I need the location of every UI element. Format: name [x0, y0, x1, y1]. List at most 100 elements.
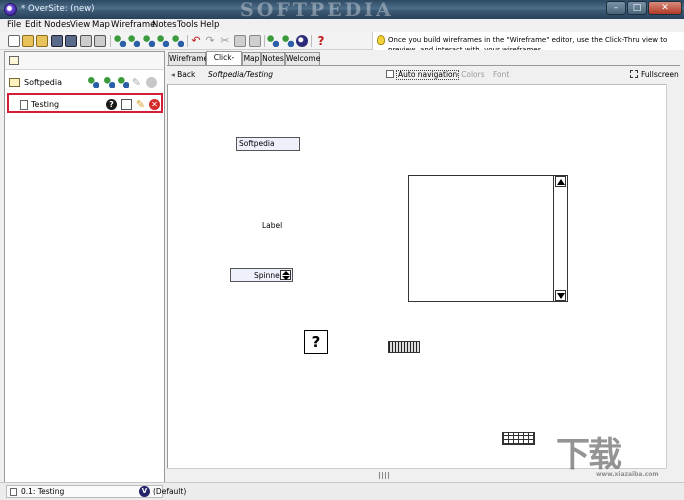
- save-as-icon[interactable]: [65, 35, 77, 47]
- map-child-icon[interactable]: [282, 35, 294, 47]
- open-folder-icon[interactable]: [22, 35, 34, 47]
- maximize-button[interactable]: □: [627, 1, 647, 15]
- title-bar: * OverSite: (new) SOFTPEDIA – □ ✕: [0, 0, 684, 21]
- back-label: Back: [177, 70, 196, 79]
- menu-wireframe[interactable]: Wireframe: [111, 20, 155, 30]
- minimize-button[interactable]: –: [606, 1, 626, 15]
- fullscreen-icon[interactable]: [630, 70, 638, 78]
- delete-icon[interactable]: ✕: [149, 99, 160, 110]
- listbox-scrollbar[interactable]: [553, 176, 567, 301]
- move-node-icon[interactable]: [157, 35, 169, 47]
- menu-map[interactable]: Map: [92, 20, 110, 30]
- wireframe-image-placeholder[interactable]: ?: [304, 330, 328, 354]
- menu-edit[interactable]: Edit: [25, 20, 41, 30]
- view-tabs: Wireframe Click-thru Map Notes Welcome: [168, 51, 680, 73]
- tree-item-softpedia[interactable]: Softpedia ✎: [5, 73, 164, 93]
- status-bar: 0.1: Testing V (Default): [0, 482, 684, 500]
- help-icon[interactable]: ?: [315, 35, 327, 47]
- arrow-down-icon: [282, 276, 290, 280]
- delete-disabled-icon: [146, 77, 157, 88]
- tree-item-testing[interactable]: Testing ? ✎ ✕: [7, 93, 163, 113]
- tree-header: [5, 52, 164, 70]
- wireframe-table[interactable]: [502, 432, 535, 445]
- close-window-button[interactable]: ✕: [648, 1, 682, 15]
- print-preview-icon[interactable]: [94, 35, 106, 47]
- menu-help[interactable]: Help: [200, 20, 219, 30]
- watermark-mark: 下载: [556, 435, 622, 475]
- copy-icon[interactable]: [234, 35, 246, 47]
- map-node-icon[interactable]: [267, 35, 279, 47]
- page-icon[interactable]: [121, 99, 132, 110]
- menu-view[interactable]: View: [70, 20, 90, 30]
- paste-icon[interactable]: [249, 35, 261, 47]
- node-tree-panel: Softpedia ✎ Testing ? ✎ ✕: [4, 51, 165, 483]
- tab-welcome[interactable]: Welcome: [285, 52, 320, 65]
- scheme-badge-icon[interactable]: V: [139, 486, 150, 497]
- watermark-logo: 下载 www.xiazaiba.com: [556, 427, 680, 483]
- move-node-icon[interactable]: [118, 77, 129, 88]
- arrow-up-icon: [282, 271, 290, 275]
- window-title: * OverSite: (new): [21, 4, 95, 14]
- menu-tools[interactable]: Tools: [177, 20, 198, 30]
- tab-click-thru[interactable]: Click-thru: [206, 51, 242, 73]
- canvas-vertical-scrollbar[interactable]: [666, 84, 680, 468]
- add-node-icon[interactable]: [88, 77, 99, 88]
- add-sibling-node-icon[interactable]: [143, 35, 155, 47]
- toolbar-separator: [311, 35, 312, 47]
- menu-notes[interactable]: Notes: [152, 20, 177, 30]
- fullscreen-button[interactable]: Fullscreen: [641, 70, 679, 79]
- menu-file[interactable]: File: [7, 20, 21, 30]
- globe-icon[interactable]: [296, 35, 308, 47]
- arrow-up-icon: [557, 179, 565, 185]
- scroll-down-button[interactable]: [555, 290, 566, 301]
- watermark-site: www.xiazaiba.com: [596, 471, 659, 478]
- page-icon: [20, 100, 28, 110]
- toolbar-separator: [264, 35, 265, 47]
- undo-icon[interactable]: ↶: [190, 35, 202, 47]
- status-scheme: (Default): [153, 487, 187, 496]
- spinner-buttons[interactable]: [280, 270, 291, 280]
- scroll-thumb[interactable]: [379, 472, 389, 479]
- wireframe-canvas[interactable]: Softpedia Label Spinner ?: [167, 84, 666, 468]
- auto-navigation-checkbox[interactable]: [386, 70, 394, 78]
- folder-icon: [9, 78, 20, 87]
- font-button: Font: [493, 70, 510, 79]
- menu-nodes[interactable]: Nodes: [44, 20, 71, 30]
- click-thru-navbar: ◂ Back Softpedia/Testing Auto navigation…: [167, 65, 680, 83]
- breadcrumb: Softpedia/Testing: [208, 70, 273, 79]
- help-icon[interactable]: ?: [106, 99, 117, 110]
- open-recent-icon[interactable]: [36, 35, 48, 47]
- toolbar-separator: [187, 35, 188, 47]
- scroll-up-button[interactable]: [555, 176, 566, 187]
- print-icon[interactable]: [80, 35, 92, 47]
- tab-wireframe[interactable]: Wireframe: [168, 52, 208, 65]
- lightbulb-icon: [377, 35, 385, 45]
- back-button[interactable]: ◂ Back: [171, 70, 195, 79]
- node-options-icon[interactable]: [172, 35, 184, 47]
- add-child-node-icon[interactable]: [128, 35, 140, 47]
- new-document-icon[interactable]: [8, 35, 20, 47]
- tip-text: Once you build wireframes in the "Wirefr…: [388, 36, 668, 50]
- redo-icon[interactable]: ↷: [204, 35, 216, 47]
- home-icon[interactable]: [9, 56, 19, 65]
- tab-notes[interactable]: Notes: [261, 52, 285, 65]
- wireframe-text-input[interactable]: Softpedia: [236, 137, 300, 151]
- toolbar-separator: [110, 35, 111, 47]
- save-icon[interactable]: [51, 35, 63, 47]
- watermark: SOFTPEDIA: [240, 0, 394, 21]
- add-child-node-icon[interactable]: [104, 77, 115, 88]
- page-icon: [10, 488, 17, 496]
- wireframe-listbox[interactable]: [408, 175, 568, 302]
- wireframe-spinner[interactable]: Spinner: [230, 268, 293, 282]
- cut-icon[interactable]: ✂: [219, 35, 231, 47]
- auto-navigation-label[interactable]: Auto navigation: [396, 70, 460, 80]
- tip-panel: Once you build wireframes in the "Wirefr…: [372, 32, 684, 50]
- tab-map[interactable]: Map: [242, 52, 261, 65]
- back-arrow-icon: ◂: [171, 70, 175, 79]
- add-node-icon[interactable]: [114, 35, 126, 47]
- status-path: 0.1: Testing: [21, 487, 65, 496]
- edit-icon[interactable]: ✎: [135, 99, 146, 110]
- wireframe-slider[interactable]: [388, 341, 420, 353]
- arrow-down-icon: [557, 293, 565, 299]
- app-logo-icon: [4, 3, 17, 16]
